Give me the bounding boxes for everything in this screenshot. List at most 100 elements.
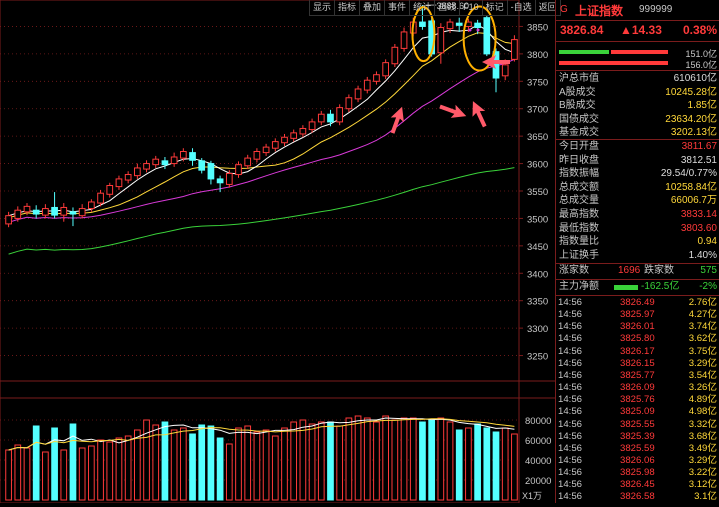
candle-body[interactable] [189, 152, 196, 161]
volume-bar[interactable] [511, 433, 518, 501]
volume-bar[interactable] [501, 427, 509, 501]
volume-bar[interactable] [483, 427, 491, 501]
volume-bar[interactable] [492, 431, 500, 501]
candle-body[interactable] [179, 151, 187, 159]
candle-body[interactable] [115, 178, 123, 188]
candle-body[interactable] [327, 113, 334, 123]
candle-body[interactable] [483, 17, 491, 55]
candle-body[interactable] [32, 209, 40, 215]
candle-body[interactable] [60, 206, 68, 216]
volume-bar[interactable] [474, 423, 481, 501]
volume-bar[interactable] [207, 425, 215, 501]
volume-bar[interactable] [124, 435, 132, 501]
candle-body[interactable] [345, 97, 353, 110]
candle-body[interactable] [133, 167, 141, 177]
toolbar-events-button[interactable]: 事件 [385, 0, 411, 16]
volume-bar[interactable] [271, 435, 279, 501]
candle-body[interactable] [262, 146, 270, 154]
candle-body[interactable] [235, 164, 242, 176]
volume-bar[interactable] [97, 439, 104, 501]
volume-bar[interactable] [152, 424, 160, 501]
volume-bar[interactable] [317, 421, 325, 501]
candle-body[interactable] [281, 136, 288, 144]
volume-bar[interactable] [262, 429, 270, 501]
candle-body[interactable] [198, 160, 206, 171]
candle-body[interactable] [400, 31, 408, 49]
toolbar-watchlist-button[interactable]: -自选 [507, 0, 536, 16]
candle-body[interactable] [290, 132, 298, 139]
kline-chart-svg[interactable]: 3850 3800 3750 3700 3650 3600 3550 3500 3450 3400… [0, 0, 555, 504]
kline-chart-area[interactable]: 3850 3800 3750 3700 3650 3600 3550 3500 3450 3400… [0, 0, 555, 504]
volume-bar[interactable] [170, 429, 178, 501]
candle-body[interactable] [143, 163, 150, 170]
candle-body[interactable] [354, 88, 362, 100]
candle-body[interactable] [363, 79, 371, 91]
volume-bar[interactable] [225, 443, 233, 501]
volume-bar[interactable] [244, 425, 252, 501]
candle-body[interactable] [69, 211, 77, 215]
volume-bar[interactable] [23, 447, 31, 501]
volume-bar[interactable] [354, 415, 362, 501]
volume-bar[interactable] [437, 417, 445, 501]
candle-body[interactable] [42, 208, 49, 216]
volume-bar[interactable] [235, 427, 242, 501]
toolbar-stats-button[interactable]: 统计 [410, 0, 436, 16]
volume-bar[interactable] [290, 421, 298, 501]
volume-bar[interactable] [253, 431, 261, 501]
candle-body[interactable] [216, 178, 224, 184]
volume-bar[interactable] [14, 444, 22, 501]
candle-body[interactable] [124, 174, 132, 181]
candle-body[interactable] [419, 21, 426, 27]
volume-bar[interactable] [345, 417, 353, 501]
candle-body[interactable] [446, 21, 454, 30]
candle-body[interactable] [78, 208, 86, 217]
candle-body[interactable] [299, 127, 307, 135]
candle-body[interactable] [511, 39, 518, 60]
volume-bar[interactable] [5, 449, 12, 501]
volume-bar[interactable] [327, 421, 334, 501]
volume-bar[interactable] [42, 451, 49, 501]
volume-bar[interactable] [51, 427, 58, 501]
volume-bar[interactable] [382, 415, 390, 501]
volume-bar[interactable] [308, 423, 316, 501]
toolbar-display-button[interactable]: 显示 [310, 0, 336, 16]
volume-bar[interactable] [189, 433, 196, 501]
volume-bar[interactable] [391, 419, 399, 501]
candle-body[interactable] [106, 185, 114, 195]
volume-bar[interactable] [216, 437, 224, 501]
candle-body[interactable] [391, 46, 399, 65]
candle-body[interactable] [207, 163, 215, 180]
volume-bar[interactable] [465, 427, 472, 501]
toolbar-mark-button[interactable]: 标记 [482, 0, 508, 16]
candle-body[interactable] [336, 107, 344, 123]
volume-bar[interactable] [115, 437, 123, 501]
candle-body[interactable] [225, 172, 233, 185]
volume-bar[interactable] [336, 425, 344, 501]
volume-bar[interactable] [78, 447, 86, 501]
candle-body[interactable] [501, 64, 509, 77]
volume-bar[interactable] [281, 427, 288, 501]
candle-body[interactable] [373, 74, 380, 82]
candle-body[interactable] [23, 205, 31, 213]
candle-body[interactable] [161, 160, 169, 166]
candle-body[interactable] [5, 215, 12, 225]
volume-bar[interactable] [419, 421, 426, 501]
volume-bar[interactable] [428, 419, 435, 501]
volume-bar[interactable] [299, 419, 307, 501]
volume-bar[interactable] [60, 449, 68, 501]
candle-body[interactable] [271, 141, 279, 149]
volume-bar[interactable] [179, 427, 187, 501]
volume-bar[interactable] [88, 445, 95, 501]
index-name[interactable]: 上证指数 [575, 2, 623, 19]
volume-bar[interactable] [363, 417, 371, 501]
toolbar-f10-button[interactable]: F10 [460, 0, 483, 16]
candle-body[interactable] [51, 206, 58, 216]
candle-body[interactable] [317, 113, 325, 123]
volume-bar[interactable] [161, 421, 169, 501]
candle-body[interactable] [14, 209, 22, 219]
volume-bar[interactable] [133, 429, 141, 501]
candle-body[interactable] [382, 62, 390, 77]
volume-bar[interactable] [409, 417, 417, 501]
candle-body[interactable] [308, 121, 316, 131]
candle-body[interactable] [152, 158, 160, 166]
